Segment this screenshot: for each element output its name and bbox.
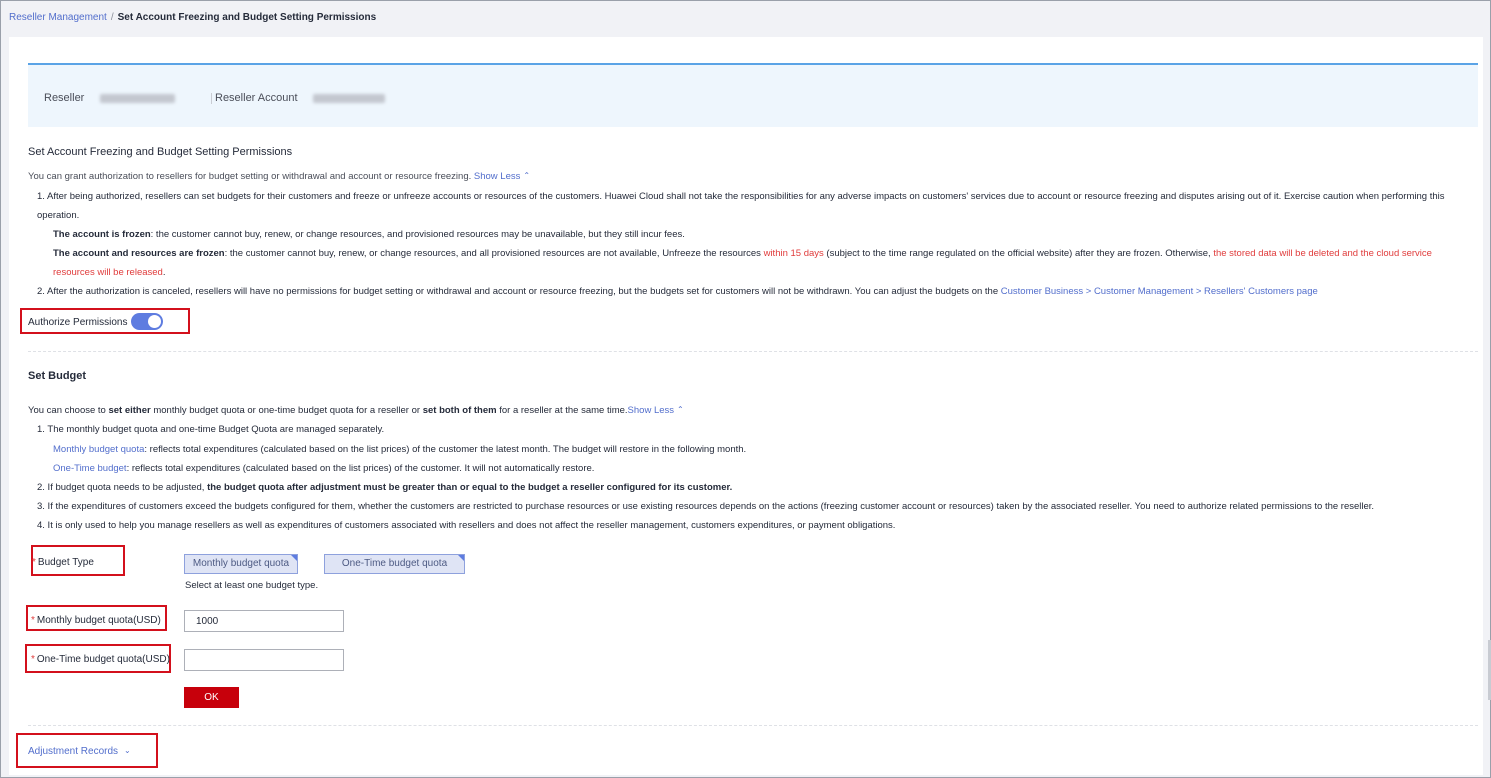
frozen-account-text: : the customer cannot buy, renew, or cha… — [150, 229, 685, 240]
budget-item2-bold: the budget quota after adjustment must b… — [207, 482, 730, 493]
frozen-account-bold: The account is frozen — [53, 229, 151, 240]
chevron-down-icon: ⌄ — [124, 746, 131, 755]
reseller-info-bar: Reseller Reseller Account — [28, 63, 1478, 127]
permissions-item1-line1: 1. After being authorized, resellers can… — [37, 191, 1445, 202]
main-card: Reseller Reseller Account Set Account Fr… — [9, 37, 1483, 775]
frozen-resources-bold: The account and resources are frozen — [53, 248, 225, 259]
ok-button[interactable]: OK — [184, 687, 239, 708]
budget-type-label-text: Budget Type — [37, 557, 94, 568]
onetime-quota-input[interactable] — [184, 649, 344, 671]
budget-intro-2: monthly budget quota or one-time budget … — [150, 405, 423, 416]
frozen-resources-note-line2: resources will be released. — [53, 267, 165, 279]
reseller-account-redacted — [313, 94, 385, 103]
frozen-resources-text2: (subject to the time range regulated on … — [823, 248, 1214, 259]
reseller-name-redacted — [100, 94, 175, 103]
budget-show-less-link[interactable]: Show Less ⌃ — [628, 405, 684, 416]
budget-item1: 1. The monthly budget quota and one-time… — [37, 424, 385, 435]
authorize-permissions-toggle[interactable] — [131, 313, 163, 330]
frozen-resources-warning-part2: resources will be released — [53, 267, 163, 278]
onetime-budget-option[interactable]: One-Time budget quota — [324, 554, 465, 574]
adjustment-records-link[interactable]: Adjustment Records ⌄ — [28, 746, 131, 757]
onetime-budget-option-label: One-Time budget quota — [341, 558, 448, 569]
permissions-show-less-link[interactable]: Show Less ⌃ — [474, 171, 530, 182]
required-mark: * — [31, 654, 35, 665]
monthly-budget-note: Monthly budget quota: reflects total exp… — [53, 444, 746, 456]
budget-item2: 2. If budget quota needs to be adjusted,… — [37, 482, 732, 494]
chevron-up-icon: ⌃ — [523, 171, 531, 180]
selected-corner-icon — [290, 555, 297, 562]
adjustment-records-label: Adjustment Records — [28, 746, 119, 757]
frozen-resources-text1: : the customer cannot buy, renew, or cha… — [224, 248, 764, 259]
permissions-intro-text: You can grant authorization to resellers… — [28, 171, 472, 182]
onetime-budget-link[interactable]: One-Time budget — [53, 463, 127, 474]
permissions-item2: 2. After the authorization is canceled, … — [37, 286, 1318, 298]
required-mark: * — [32, 557, 36, 568]
budget-type-hint: Select at least one budget type. — [185, 580, 319, 591]
breadcrumb-separator: / — [110, 12, 114, 23]
frozen-resources-warning-part1: the stored data will be deleted and the … — [1213, 248, 1432, 259]
breadcrumb-current: Set Account Freezing and Budget Setting … — [117, 12, 377, 23]
permissions-item2-text: 2. After the authorization is canceled, … — [37, 286, 1001, 297]
monthly-quota-label-text: Monthly budget quota(USD) — [36, 615, 161, 626]
selected-corner-icon — [457, 555, 464, 562]
monthly-budget-option-label: Monthly budget quota — [192, 558, 290, 569]
budget-intro-3: for a reseller at the same time. — [496, 405, 628, 416]
monthly-quota-label: * Monthly budget quota(USD) — [31, 615, 161, 626]
budget-intro-1: You can choose to — [28, 405, 109, 416]
frozen-account-note: The account is frozen: the customer cann… — [53, 229, 685, 241]
permissions-item1-line2: operation. — [37, 210, 80, 221]
budget-item3: 3. If the expenditures of customers exce… — [37, 501, 1375, 512]
info-divider — [211, 93, 212, 104]
budget-item4: 4. It is only used to help you manage re… — [37, 520, 896, 531]
required-mark: * — [31, 615, 35, 626]
frozen-resources-note-line1: The account and resources are frozen: th… — [53, 248, 1432, 260]
monthly-quota-input[interactable] — [184, 610, 344, 632]
reseller-account-label: Reseller Account — [215, 92, 298, 104]
reseller-label: Reseller — [44, 92, 85, 104]
toggle-knob — [148, 315, 161, 328]
section-divider-2 — [28, 725, 1478, 726]
permissions-title: Set Account Freezing and Budget Setting … — [28, 146, 293, 158]
monthly-budget-option[interactable]: Monthly budget quota — [184, 554, 298, 574]
onetime-budget-note: One-Time budget: reflects total expendit… — [53, 463, 594, 475]
onetime-budget-text: : reflects total expenditures (calculate… — [126, 463, 595, 474]
budget-intro: You can choose to set either monthly bud… — [28, 405, 684, 417]
budget-intro-bold2: set both of them — [422, 405, 497, 416]
monthly-budget-link[interactable]: Monthly budget quota — [53, 444, 144, 455]
show-less-label: Show Less — [473, 171, 521, 182]
budget-type-label: * Budget Type — [32, 557, 94, 568]
onetime-quota-label-text: One-Time budget quota(USD) — [36, 654, 170, 665]
set-budget-title: Set Budget — [28, 370, 87, 382]
section-divider-1 — [28, 351, 1478, 352]
frozen-resources-deadline: within 15 days — [763, 248, 824, 259]
budget-item2-period: . — [729, 482, 733, 493]
resellers-customers-page-link[interactable]: Customer Business > Customer Management … — [1001, 286, 1318, 297]
budget-item2-text: 2. If budget quota needs to be adjusted, — [37, 482, 208, 493]
monthly-budget-text: : reflects total expenditures (calculate… — [144, 444, 747, 455]
onetime-quota-label: * One-Time budget quota(USD) — [31, 654, 170, 665]
permissions-intro: You can grant authorization to resellers… — [28, 171, 530, 183]
breadcrumb-reseller-management[interactable]: Reseller Management — [9, 12, 107, 23]
breadcrumb: Reseller Management / Set Account Freezing… — [9, 12, 376, 23]
frozen-resources-period: . — [162, 267, 166, 278]
authorize-permissions-label: Authorize Permissions — [28, 317, 128, 328]
budget-intro-bold1: set either — [108, 405, 151, 416]
chevron-up-icon: ⌃ — [677, 405, 684, 414]
budget-show-less-label: Show Less — [627, 405, 675, 416]
